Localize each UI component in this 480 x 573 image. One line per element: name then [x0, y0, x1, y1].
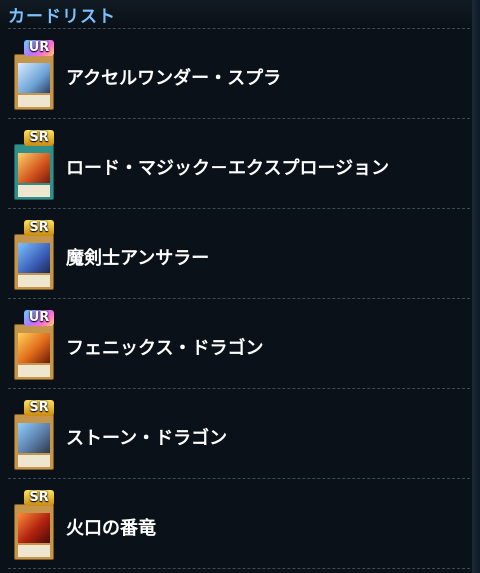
- header-divider: [8, 28, 470, 29]
- rarity-badge: SR: [24, 400, 54, 416]
- card-image: [14, 144, 54, 200]
- card-thumbnail[interactable]: SR: [14, 400, 58, 470]
- scrollbar-track[interactable]: [472, 0, 480, 573]
- card-thumbnail[interactable]: SR: [14, 130, 58, 200]
- card-name[interactable]: フェニックス・ドラゴン: [66, 334, 263, 360]
- card-list-item[interactable]: UR アクセルワンダー・スプラ: [8, 30, 470, 118]
- card-art: [18, 153, 50, 183]
- card-thumbnail[interactable]: SR: [14, 220, 58, 290]
- card-name[interactable]: 火口の番竜: [66, 514, 156, 540]
- card-list-item[interactable]: SR 火口の番竜: [8, 480, 470, 568]
- card-text-box: [18, 455, 50, 467]
- row-divider: [8, 568, 470, 569]
- card-text-box: [18, 545, 50, 557]
- card-image: [14, 414, 54, 470]
- row-divider: [8, 388, 470, 389]
- card-name[interactable]: アクセルワンダー・スプラ: [66, 64, 281, 90]
- card-list-item[interactable]: SR ストーン・ドラゴン: [8, 390, 470, 478]
- card-text-box: [18, 185, 50, 197]
- card-thumbnail[interactable]: SR: [14, 490, 58, 560]
- card-image: [14, 504, 54, 560]
- card-art: [18, 513, 50, 543]
- card-list-title: カードリスト: [8, 7, 116, 27]
- card-list-panel: カードリスト UR アクセルワンダー・スプラ SR ロード・マジック－エクスプロ…: [0, 0, 472, 573]
- card-art: [18, 423, 50, 453]
- rarity-badge: UR: [24, 310, 54, 326]
- card-art: [18, 333, 50, 363]
- card-text-box: [18, 275, 50, 287]
- card-image: [14, 324, 54, 380]
- row-divider: [8, 478, 470, 479]
- card-text-box: [18, 365, 50, 377]
- card-name[interactable]: ロード・マジック－エクスプロージョン: [66, 154, 389, 180]
- card-list-header: カードリスト: [0, 0, 472, 28]
- card-thumbnail[interactable]: UR: [14, 310, 58, 380]
- rarity-badge: SR: [24, 130, 54, 146]
- card-name[interactable]: 魔剣士アンサラー: [66, 244, 209, 270]
- card-image: [14, 54, 54, 110]
- card-list-item[interactable]: SR ロード・マジック－エクスプロージョン: [8, 120, 470, 208]
- card-thumbnail[interactable]: UR: [14, 40, 58, 110]
- rarity-badge: UR: [24, 40, 54, 56]
- row-divider: [8, 298, 470, 299]
- card-image: [14, 234, 54, 290]
- card-list-item[interactable]: SR 魔剣士アンサラー: [8, 210, 470, 298]
- card-text-box: [18, 95, 50, 107]
- row-divider: [8, 118, 470, 119]
- card-art: [18, 243, 50, 273]
- card-name[interactable]: ストーン・ドラゴン: [66, 424, 227, 450]
- row-divider: [8, 208, 470, 209]
- rarity-badge: SR: [24, 490, 54, 506]
- rarity-badge: SR: [24, 220, 54, 236]
- card-list-item[interactable]: UR フェニックス・ドラゴン: [8, 300, 470, 388]
- card-art: [18, 63, 50, 93]
